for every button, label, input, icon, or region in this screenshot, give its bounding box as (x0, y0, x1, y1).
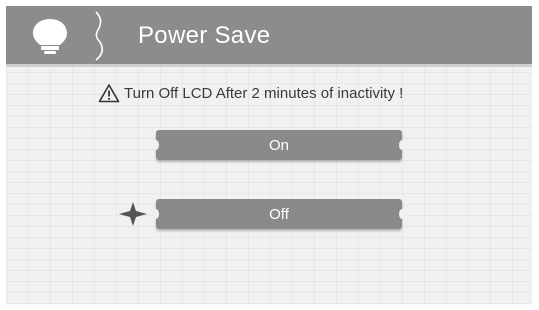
power-save-screen: Power Save Turn Off LCD After 2 minutes … (6, 6, 532, 304)
lightbulb-icon (33, 19, 67, 54)
off-button[interactable]: Off (153, 199, 405, 229)
warning-message: Turn Off LCD After 2 minutes of inactivi… (98, 82, 403, 104)
header-divider-icon (95, 11, 104, 61)
warning-triangle-icon (98, 84, 120, 103)
page-title: Power Save (138, 22, 271, 49)
on-button-label: On (268, 136, 289, 154)
on-button[interactable]: On (153, 130, 405, 160)
four-point-star-icon (119, 202, 147, 226)
off-button-label: Off (269, 205, 289, 223)
warning-text: Turn Off LCD After 2 minutes of inactivi… (124, 84, 404, 102)
header-bar: Power Save (6, 6, 532, 67)
